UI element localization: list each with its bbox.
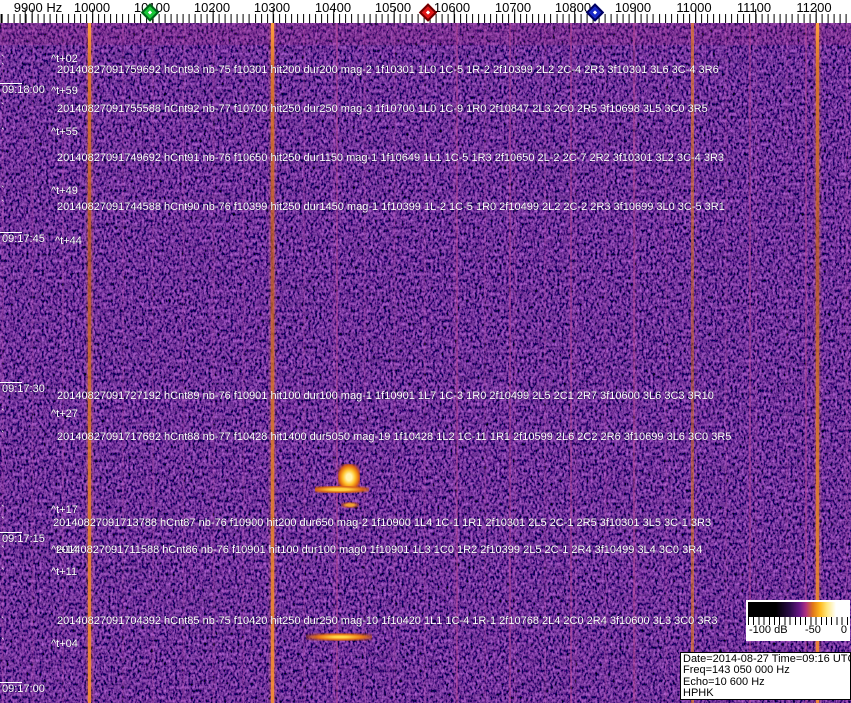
row-tick: `: [1, 199, 5, 211]
event-time-marker: ^t+49: [51, 185, 78, 197]
clock-label: 09:18:00: [2, 84, 45, 96]
event-time-marker: ^t+04: [51, 638, 78, 650]
row-tick: `: [1, 567, 5, 579]
ruler-label: 10200: [193, 0, 231, 15]
carrier-line-faint: [633, 23, 635, 703]
detection-log-line: 20140827091711588 hCnt86 nb-76 f10901 hi…: [56, 544, 703, 556]
50hz-harmonic-lines: [0, 23, 851, 703]
detection-log-line: 20140827091717692 hCnt88 nb-77 f10428 hi…: [57, 431, 732, 443]
row-tick: `: [1, 127, 5, 139]
row-tick: `: [1, 102, 5, 114]
ruler-label: 10400: [314, 0, 352, 15]
row-tick: `: [1, 516, 5, 528]
clock-label: 09:17:00: [2, 683, 45, 695]
meteor-echo-trail: [315, 486, 369, 493]
meteor-echo-dot: [341, 502, 359, 508]
ruler-label: 10700: [494, 0, 532, 15]
carrier-line-faint: [570, 23, 572, 703]
row-tick: `: [1, 545, 5, 557]
carrier-line-10300: [271, 23, 274, 703]
amplitude-color-scale: -100 dB -50 0: [746, 600, 850, 641]
detection-log-line: 20140827091727192 hCnt89 nb-76 f10901 hi…: [57, 390, 714, 402]
ruler-label: 11100: [736, 0, 772, 15]
spectrum-lab-window: 9900 Hz 10000 10100 10200 10300 10400 10…: [0, 0, 851, 703]
row-tick: `: [1, 62, 5, 74]
spectrogram: [0, 23, 851, 703]
ruler-label: 10300: [253, 0, 291, 15]
ruler-label: 10900: [614, 0, 652, 15]
detection-log-line: 20140827091713788 hCnt87 nb-76 f10900 hi…: [53, 517, 712, 529]
row-tick: `: [1, 616, 5, 628]
db-label-mid: -50: [805, 624, 821, 636]
ruler-label: 10600: [433, 0, 471, 15]
event-time-marker: ^t+27: [51, 408, 78, 420]
ruler-label: 11200: [796, 0, 832, 15]
event-time-marker: ^t+55: [51, 126, 78, 138]
row-tick: `: [1, 637, 5, 649]
clock-label: 09:17:30: [2, 383, 45, 395]
event-time-marker: ^t+17: [51, 504, 78, 516]
detection-log-line: 20140827091704392 hCnt85 nb-75 f10420 hi…: [57, 615, 718, 627]
clock-label: 09:17:15: [2, 533, 45, 545]
db-label-min: -100 dB: [749, 624, 788, 636]
row-tick: `: [1, 504, 5, 516]
db-label-max: 0: [840, 624, 847, 636]
carrier-line-faint: [336, 23, 338, 703]
detection-log-line: 20140827091749692 hCnt91 nb-76 f10650 hi…: [57, 152, 725, 164]
ruler-label: 9900 Hz: [13, 0, 63, 15]
ruler-label: 11000: [676, 0, 712, 15]
carrier-line-faint: [509, 23, 511, 703]
carrier-line-10000: [88, 23, 91, 703]
event-time-marker: ^t+44: [55, 235, 82, 247]
row-tick: `: [1, 408, 5, 420]
ruler-label: 10000: [73, 0, 111, 15]
clock-label: 09:17:45: [2, 233, 45, 245]
event-time-marker: ^t+59: [51, 85, 78, 97]
color-gradient-bar: [748, 602, 848, 617]
detection-log-line: 20140827091744588 hCnt90 nb-76 f10399 hi…: [57, 201, 725, 213]
meteor-echo-streak: [306, 633, 372, 641]
info-station-code: HPHK: [683, 687, 714, 700]
detection-log-line: 20140827091759692 hCnt93 nb-75 f10301 hi…: [57, 64, 719, 76]
frequency-ruler: 9900 Hz 10000 10100 10200 10300 10400 10…: [0, 0, 851, 23]
row-tick: `: [1, 185, 5, 197]
meteor-echo-head: [338, 464, 360, 488]
carrier-line-faint: [456, 23, 458, 703]
carrier-line-11000: [691, 23, 694, 703]
event-time-marker: ^t+11: [51, 566, 78, 578]
station-info-box: Date=2014-08-27 Time=09:16 UTC Freq=143 …: [680, 652, 851, 700]
row-tick: `: [1, 430, 5, 442]
ruler-label: 10500: [374, 0, 412, 15]
detection-log-line: 20140827091755588 hCnt92 nb-77 f10700 hi…: [57, 103, 708, 115]
